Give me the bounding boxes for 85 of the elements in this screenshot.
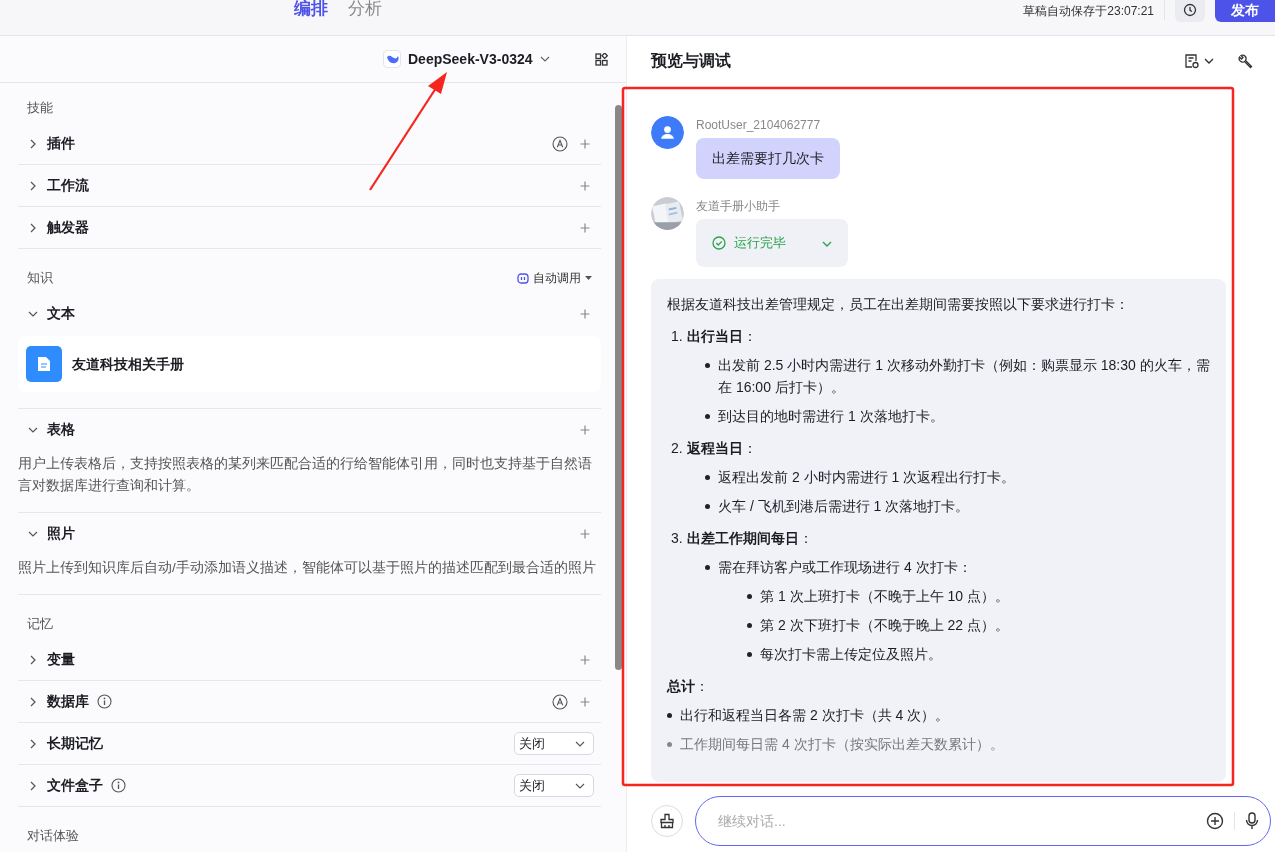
debug-menu-button[interactable] (1184, 53, 1214, 69)
list-item-text: 每次打卡需上传定位及照片。 (760, 644, 942, 664)
history-button[interactable] (1175, 0, 1205, 22)
step-heading: 1. 出行当日： (671, 326, 758, 346)
clear-history-button[interactable] (651, 805, 683, 837)
list-item-text: 第 1 次上班打卡（不晚于上午 10 点）。 (760, 586, 1009, 606)
check-circle-icon (712, 235, 726, 250)
bullet-icon (747, 651, 752, 657)
section-title: 记忆 (27, 615, 53, 634)
bullet-icon (705, 564, 710, 570)
message-input[interactable]: 继续对话... (695, 796, 1271, 846)
bullet-icon (747, 593, 752, 599)
list-item-text: 出行和返程当日各需 2 次打卡（共 4 次）。 (680, 705, 950, 725)
document-card[interactable]: 友道科技相关手册 (18, 336, 601, 392)
description-text: 用户上传表格后，支持按照表格的某列来匹配合适的行给智能体引用，同时也支持基于自然语言对数据库进行查询和计算。 (18, 455, 593, 495)
item-label: 长期记忆 (47, 734, 103, 753)
caret-icon (1204, 58, 1214, 64)
section-title: 技能 (27, 99, 53, 118)
info-icon[interactable] (97, 694, 112, 709)
caret-icon (575, 782, 585, 789)
bullet-icon (705, 413, 710, 419)
bullet-icon (705, 474, 710, 480)
toggle-dropdown[interactable]: 关闭 (514, 774, 594, 797)
microphone-icon (1245, 812, 1259, 830)
item-label: 触发器 (47, 218, 89, 237)
bullet-icon (705, 503, 710, 509)
user-avatar-icon (651, 116, 684, 149)
scrollbar-thumb[interactable] (615, 105, 622, 670)
bullet-icon (667, 712, 672, 718)
wrench-icon (1238, 53, 1253, 69)
sender-name: 友道手册小助手 (696, 198, 781, 215)
item-label: 文本 (47, 304, 75, 323)
item-label: 表格 (47, 420, 75, 439)
auto-mode-icon[interactable] (552, 693, 568, 710)
model-selector[interactable]: DeepSeek-V3-0324 (383, 48, 550, 70)
add-circle-icon (1206, 812, 1224, 830)
answer-text: 根据友道科技出差管理规定，员工在出差期间需要按照以下要求进行打卡： (667, 294, 1130, 314)
list-item-text: 到达目的地时需进行 1 次落地打卡。 (718, 406, 944, 426)
list-item-text: 第 2 次下班打卡（不晚于晚上 22 点）。 (760, 615, 1009, 635)
panel-title: 预览与调试 (651, 51, 731, 71)
item-label: 变量 (47, 650, 75, 669)
description-text: 照片上传到知识库后自动/手动添加语义描述，智能体可以基于照片的描述匹配到最合适的照片 (18, 559, 597, 577)
recall-mode-dropdown[interactable]: 自动调用 (517, 269, 592, 287)
list-item-text: 返程出发前 2 小时内需进行 1 次返程出行打卡。 (718, 467, 1016, 487)
layout-button[interactable] (594, 52, 608, 66)
section-title: 知识 (27, 269, 53, 288)
list-item-text: 出发前 2.5 小时内需进行 1 次移动外勤打卡（例如：购票显示 18:30 的火车，需在 16:00 后打卡）。 (718, 355, 1210, 397)
item-label: 照片 (47, 524, 75, 543)
caret-icon (539, 56, 550, 62)
list-item-text: 工作期间每日需 4 次打卡（按实际出差天数累计）。 (680, 734, 1004, 754)
step-heading: 2. 返程当日： (671, 438, 758, 458)
item-label: 数据库 (47, 692, 89, 711)
history-icon (1183, 3, 1197, 17)
sender-name: RootUser_2104062777 (696, 117, 822, 134)
item-label: 文件盒子 (47, 776, 103, 795)
add-button[interactable] (1206, 812, 1224, 830)
chevron-icon (822, 240, 832, 247)
document-icon (37, 356, 51, 372)
list-item-text: 火车 / 飞机到港后需进行 1 次落地打卡。 (718, 496, 970, 516)
broom-icon (659, 813, 675, 829)
caret-icon (575, 740, 585, 747)
message-bubble: 出差需要打几次卡 (696, 138, 840, 179)
whale-icon (385, 53, 399, 65)
step-heading: 3. 出差工作期间每日： (671, 528, 814, 548)
grid-icon (594, 52, 608, 66)
robot-icon (517, 272, 529, 284)
caret-icon (585, 275, 592, 281)
info-icon[interactable] (111, 778, 126, 793)
autosave-status: 草稿自动保存于23:07:21 (1023, 0, 1165, 20)
document-name: 友道科技相关手册 (72, 354, 184, 374)
item-label: 工作流 (47, 176, 89, 195)
publish-button[interactable]: 发布 (1215, 0, 1275, 22)
document-settings-icon (1184, 53, 1200, 69)
settings-button[interactable] (1238, 53, 1253, 69)
bullet-icon (747, 622, 752, 628)
bullet-icon (667, 741, 672, 747)
tab[interactable]: 编排 (294, 0, 328, 22)
summary-heading: 总计： (667, 676, 710, 696)
bullet-icon (705, 362, 710, 368)
toggle-dropdown[interactable]: 关闭 (514, 732, 594, 755)
list-item-text: 需在拜访客户或工作现场进行 4 次打卡： (718, 557, 972, 577)
section-title: 对话体验 (27, 827, 79, 846)
microphone-button[interactable] (1245, 812, 1259, 830)
item-label: 插件 (47, 134, 75, 153)
auto-mode-icon[interactable] (552, 135, 568, 152)
